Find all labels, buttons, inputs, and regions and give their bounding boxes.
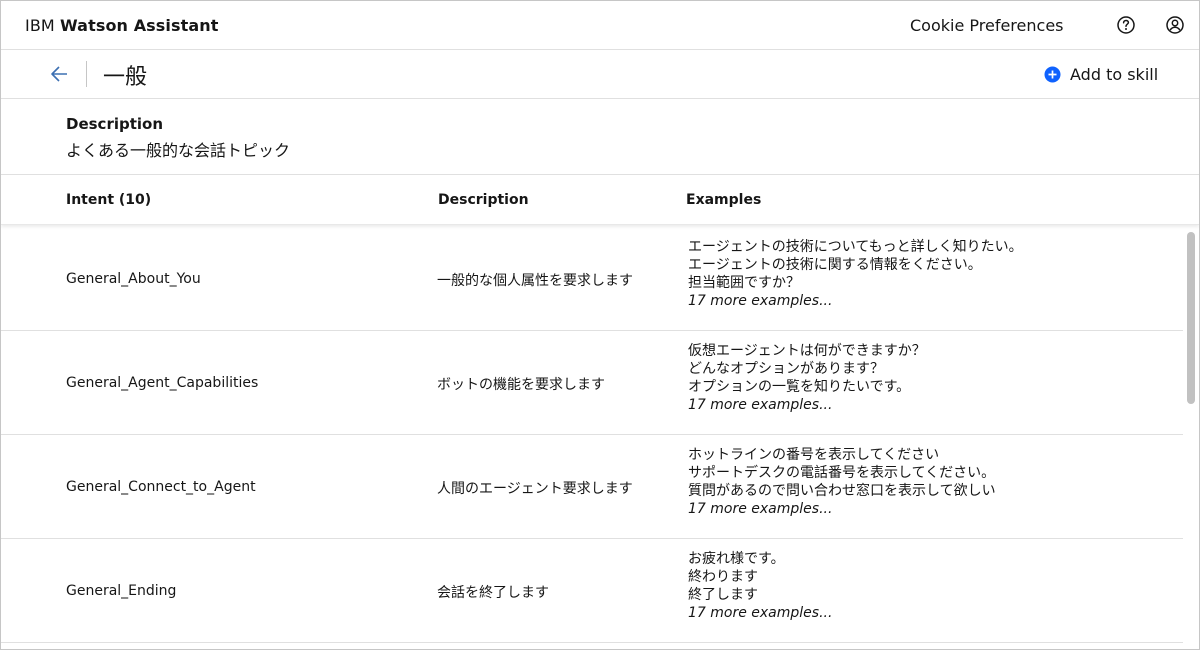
scrollbar-thumb[interactable] bbox=[1187, 232, 1195, 404]
example-line: 終わります bbox=[688, 569, 758, 585]
intent-description: 一般的な個人属性を要求します bbox=[437, 273, 633, 289]
intent-examples: 仮想エージェントは何ができますか？ どんなオプションがあります？ オプションの一… bbox=[688, 342, 926, 414]
add-filled-icon bbox=[1044, 66, 1061, 83]
more-examples-link[interactable]: 17 more examples... bbox=[688, 396, 926, 414]
intent-name: General_Agent_Capabilities bbox=[66, 375, 259, 391]
example-line: エージェントの技術に関する情報をください。 bbox=[688, 257, 982, 273]
intent-description: 会話を終了します bbox=[437, 585, 549, 601]
example-line: どんなオプションがあります？ bbox=[688, 361, 884, 377]
intents-table-body: General_About_You 一般的な個人属性を要求します エージェントの… bbox=[1, 227, 1183, 649]
intent-name: General_Connect_to_Agent bbox=[66, 479, 256, 495]
title-divider bbox=[86, 61, 87, 87]
add-to-skill-label: Add to skill bbox=[1070, 65, 1159, 84]
intent-name: General_About_You bbox=[66, 271, 201, 287]
intents-table-header: Intent (10) Description Examples bbox=[1, 175, 1199, 225]
intent-examples: お疲れ様です。 終わります 終了します 17 more examples... bbox=[688, 550, 832, 622]
app-window: IBM Watson Assistant Cookie Preferences bbox=[0, 0, 1200, 650]
more-examples-link[interactable]: 17 more examples... bbox=[688, 292, 1023, 310]
more-examples-link[interactable]: 17 more examples... bbox=[688, 500, 996, 518]
intent-examples: エージェントの技術についてもっと詳しく知りたい。 エージェントの技術に関する情報… bbox=[688, 238, 1023, 310]
cookie-preferences-link[interactable]: Cookie Preferences bbox=[910, 16, 1064, 35]
description-text: よくある一般的な会話トピック bbox=[66, 141, 291, 160]
example-line: お疲れ様です。 bbox=[688, 551, 785, 567]
example-line: ホットラインの番号を表示してください bbox=[688, 447, 940, 463]
table-row[interactable]: General_Ending 会話を終了します お疲れ様です。 終わります 終了… bbox=[1, 539, 1183, 643]
top-header: IBM Watson Assistant Cookie Preferences bbox=[1, 1, 1199, 50]
page-title-bar: 一般 Add to skill bbox=[1, 50, 1199, 99]
example-line: オプションの一覧を知りたいです。 bbox=[688, 379, 911, 395]
example-line: 質問があるので問い合わせ窓口を表示して欲しい bbox=[688, 483, 996, 499]
intent-description: ボットの機能を要求します bbox=[437, 377, 605, 393]
table-row[interactable]: General_Agent_Capabilities ボットの機能を要求します … bbox=[1, 331, 1183, 435]
page-title: 一般 bbox=[103, 65, 148, 90]
intent-name: General_Ending bbox=[66, 583, 177, 599]
example-line: 担当範囲ですか？ bbox=[688, 275, 800, 291]
table-row[interactable]: General_About_You 一般的な個人属性を要求します エージェントの… bbox=[1, 227, 1183, 331]
back-button[interactable] bbox=[47, 62, 73, 86]
example-line: サポートデスクの電話番号を表示してください。 bbox=[688, 465, 996, 481]
intent-examples: ホットラインの番号を表示してください サポートデスクの電話番号を表示してください… bbox=[688, 446, 996, 518]
add-to-skill-button[interactable]: Add to skill bbox=[1044, 65, 1158, 84]
column-header-description: Description bbox=[438, 192, 529, 208]
arrow-left-icon bbox=[51, 66, 67, 82]
brand-prefix: IBM bbox=[25, 16, 55, 35]
table-row[interactable]: General_Connect_to_Agent 人間のエージェント要求します … bbox=[1, 435, 1183, 539]
more-examples-link[interactable]: 17 more examples... bbox=[688, 604, 832, 622]
help-icon[interactable] bbox=[1115, 14, 1137, 36]
column-header-intent[interactable]: Intent (10) bbox=[66, 192, 151, 208]
skill-description: Description よくある一般的な会話トピック bbox=[1, 99, 1199, 175]
intent-description: 人間のエージェント要求します bbox=[437, 481, 633, 497]
example-line: 仮想エージェントは何ができますか？ bbox=[688, 343, 926, 359]
user-avatar-icon[interactable] bbox=[1164, 14, 1186, 36]
example-line: 終了します bbox=[688, 587, 758, 603]
brand-name: Watson Assistant bbox=[60, 16, 219, 35]
example-line: エージェントの技術についてもっと詳しく知りたい。 bbox=[688, 239, 1023, 255]
brand[interactable]: IBM Watson Assistant bbox=[25, 16, 219, 35]
description-heading: Description bbox=[66, 115, 164, 133]
column-header-examples: Examples bbox=[686, 192, 762, 208]
